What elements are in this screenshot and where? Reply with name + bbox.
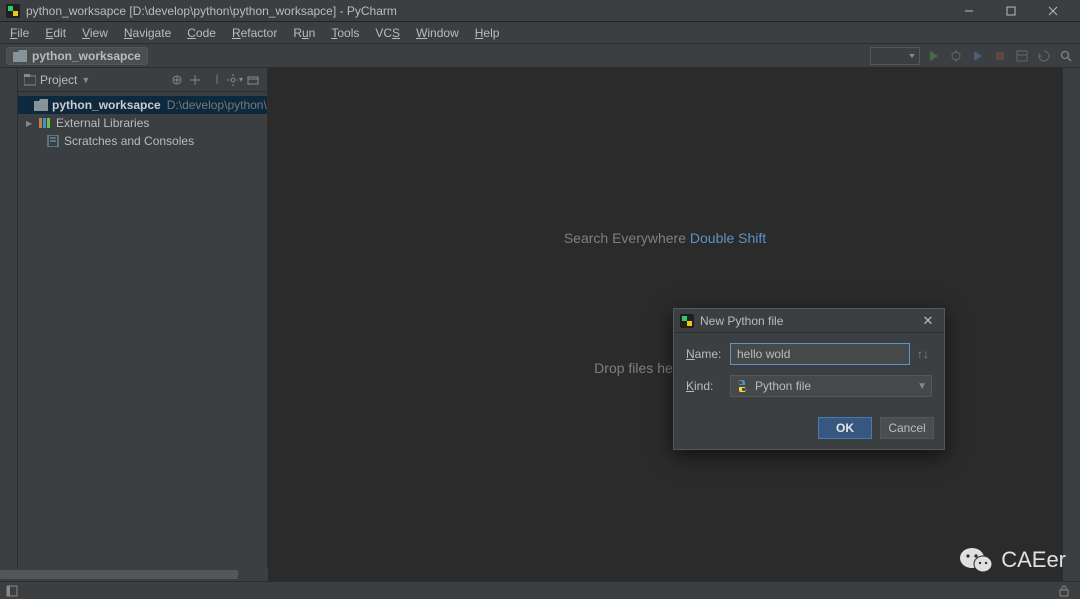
scrollbar-thumb[interactable]	[0, 570, 238, 579]
project-tool-window: Project ▼ | ▾ ▸ python_worksapce D:\deve…	[18, 68, 268, 581]
menu-file[interactable]: File	[2, 22, 37, 44]
tree-root-project[interactable]: ▸ python_worksapce D:\develop\python\pyt…	[18, 96, 267, 114]
project-title: Project	[40, 73, 77, 87]
horizontal-scrollbar[interactable]	[0, 568, 268, 581]
history-arrows-icon[interactable]: ↑↓	[914, 347, 932, 361]
tree-scratches[interactable]: ▸ Scratches and Consoles	[18, 132, 267, 150]
chevron-down-icon[interactable]: ▼	[81, 75, 90, 85]
kind-label: Kind:	[686, 379, 730, 393]
keyboard-shortcut: Double Shift	[690, 230, 766, 246]
watermark-text: CAEer	[1001, 547, 1066, 573]
hide-panel-icon[interactable]	[245, 72, 261, 88]
tree-external-label: External Libraries	[56, 116, 149, 130]
project-tree[interactable]: ▸ python_worksapce D:\develop\python\pyt…	[18, 92, 267, 154]
name-label: Name:	[686, 347, 730, 361]
caret-icon: ▸	[24, 116, 34, 130]
tree-root-path: D:\develop\python\python_worksapce	[167, 98, 267, 112]
library-icon	[38, 117, 52, 129]
panel-divider: |	[209, 72, 225, 88]
stop-button[interactable]	[992, 48, 1008, 64]
new-python-file-dialog: New Python file ✕ Name: ↑↓ Kind: Pyth	[673, 308, 945, 450]
menu-bar: File Edit View Navigate Code Refactor Ru…	[0, 22, 1080, 44]
settings-icon[interactable]: ▾	[227, 72, 243, 88]
tree-scratches-label: Scratches and Consoles	[64, 134, 194, 148]
kind-value: Python file	[755, 379, 811, 393]
folder-icon	[34, 99, 48, 111]
folder-icon	[13, 50, 27, 62]
app-icon	[680, 314, 694, 328]
ok-button[interactable]: OK	[818, 417, 872, 439]
menu-refactor[interactable]: Refactor	[224, 22, 285, 44]
run-config-selector[interactable]	[870, 47, 920, 65]
run-coverage-button[interactable]	[970, 48, 986, 64]
run-button[interactable]	[926, 48, 942, 64]
tree-external-libraries[interactable]: ▸ External Libraries	[18, 114, 267, 132]
locate-icon[interactable]	[187, 72, 203, 88]
search-icon[interactable]	[1058, 48, 1074, 64]
tree-root-label: python_worksapce	[52, 98, 161, 112]
project-tool-header: Project ▼ | ▾	[18, 68, 267, 92]
dialog-titlebar: New Python file ✕	[674, 309, 944, 333]
menu-navigate[interactable]: Navigate	[116, 22, 179, 44]
layout-icon[interactable]	[1014, 48, 1030, 64]
kind-select[interactable]: Python file ▼	[730, 375, 932, 397]
menu-help[interactable]: Help	[467, 22, 508, 44]
menu-code[interactable]: Code	[179, 22, 224, 44]
editor-area: Search Everywhere Double Shift Drop file…	[268, 68, 1062, 581]
left-gutter	[0, 68, 18, 581]
update-button[interactable]	[1036, 48, 1052, 64]
chevron-down-icon: ▼	[917, 381, 927, 392]
name-input[interactable]	[730, 343, 910, 365]
project-icon	[24, 74, 36, 86]
close-window-button[interactable]	[1032, 0, 1074, 22]
breadcrumb-root[interactable]: python_worksapce	[6, 47, 148, 65]
menu-run[interactable]: Run	[285, 22, 323, 44]
close-icon[interactable]: ✕	[918, 313, 938, 329]
python-file-icon	[735, 379, 749, 393]
debug-button[interactable]	[948, 48, 964, 64]
status-bar	[0, 581, 1080, 599]
menu-window[interactable]: Window	[408, 22, 467, 44]
wechat-icon	[959, 545, 993, 575]
cancel-button[interactable]: Cancel	[880, 417, 934, 439]
navigation-bar: python_worksapce	[0, 44, 1080, 68]
collapse-all-icon[interactable]	[169, 72, 185, 88]
window-title: python_worksapce [D:\develop\python\pyth…	[26, 4, 397, 18]
menu-vcs[interactable]: VCS	[367, 22, 408, 44]
tool-window-toggle-icon[interactable]	[4, 583, 20, 599]
menu-tools[interactable]: Tools	[323, 22, 367, 44]
menu-view[interactable]: View	[74, 22, 116, 44]
breadcrumb-label: python_worksapce	[32, 49, 141, 63]
right-gutter	[1062, 68, 1080, 581]
dialog-title: New Python file	[700, 314, 783, 328]
minimize-button[interactable]	[948, 0, 990, 22]
search-everywhere-hint: Search Everywhere Double Shift	[564, 230, 766, 246]
scratch-icon	[46, 135, 60, 147]
watermark: CAEer	[959, 545, 1066, 575]
app-icon	[6, 4, 20, 18]
maximize-button[interactable]	[990, 0, 1032, 22]
window-titlebar: python_worksapce [D:\develop\python\pyth…	[0, 0, 1080, 22]
menu-edit[interactable]: Edit	[37, 22, 74, 44]
lock-icon[interactable]	[1056, 583, 1072, 599]
